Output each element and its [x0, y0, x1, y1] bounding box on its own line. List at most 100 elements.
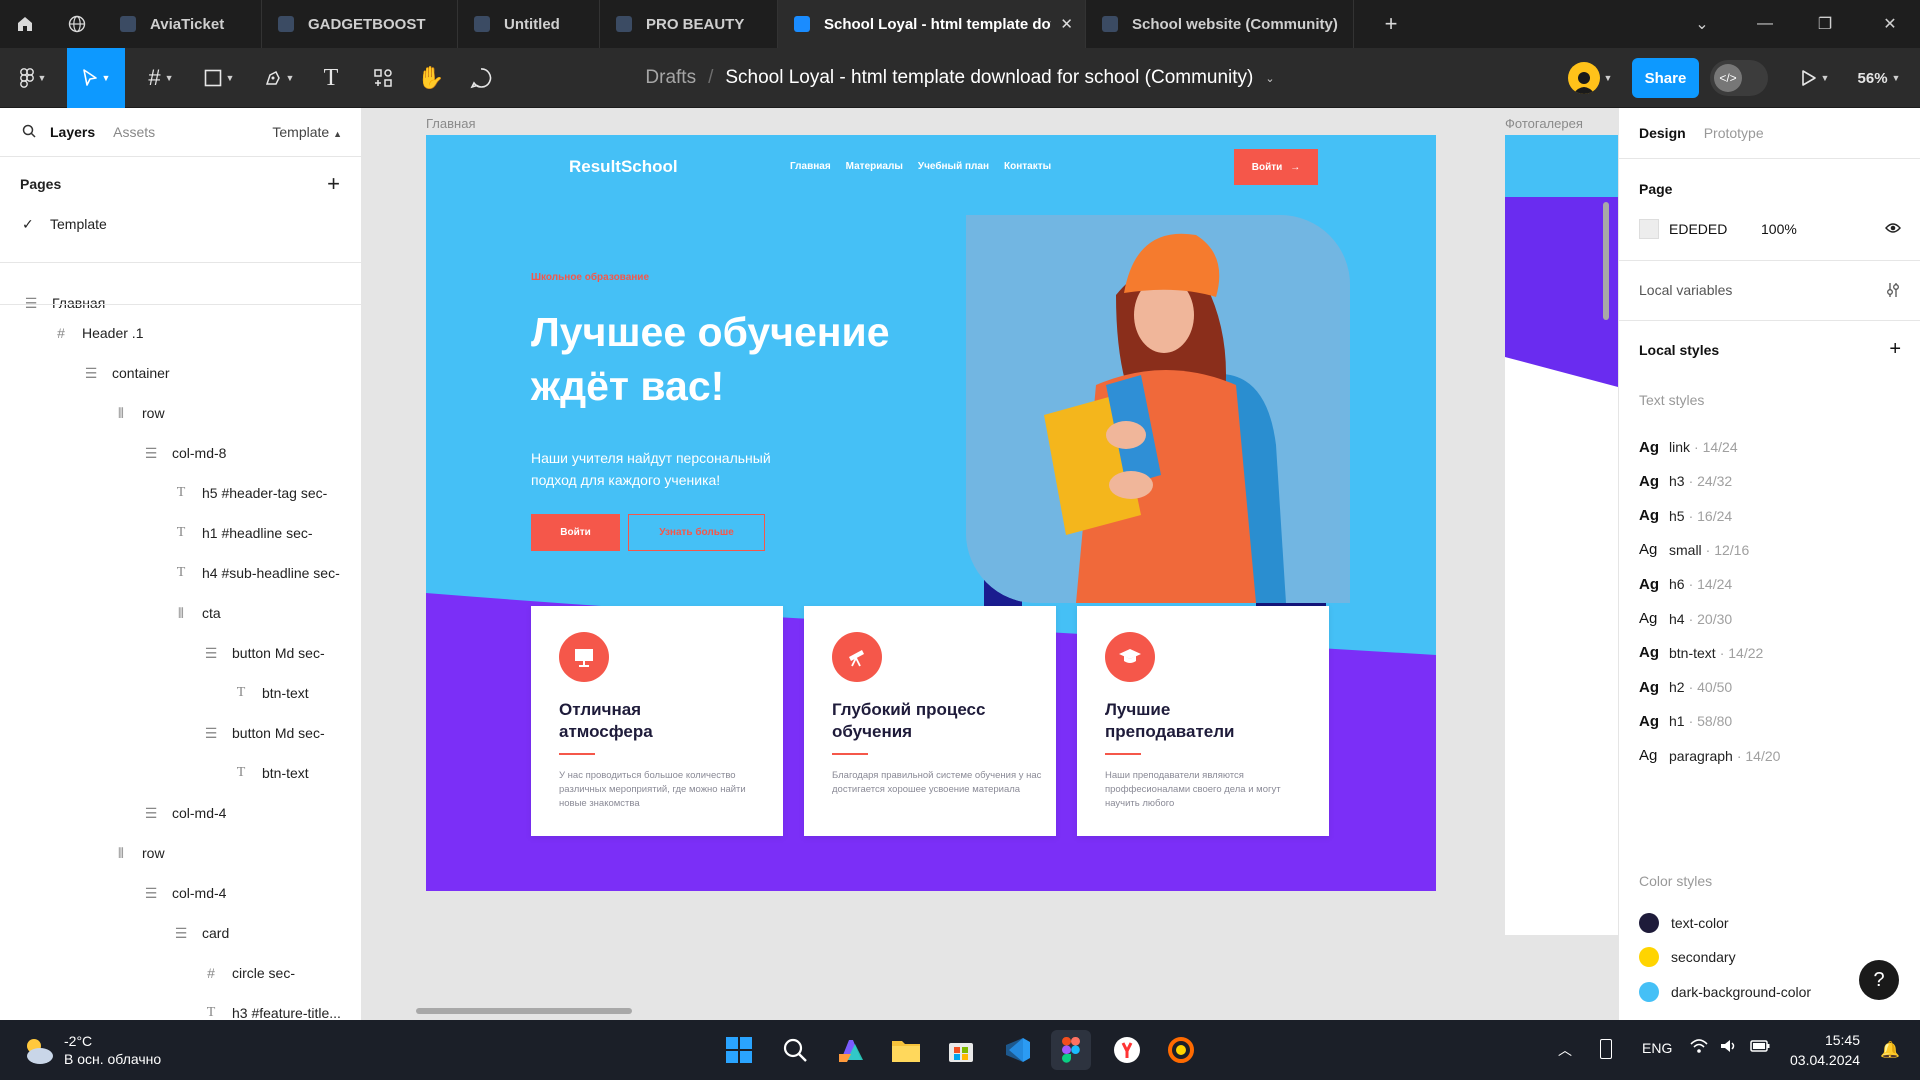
- windows-start-icon[interactable]: [719, 1030, 759, 1070]
- share-button[interactable]: Share: [1632, 58, 1699, 98]
- canvas[interactable]: Главная Фотогалерея ResultSchool Главная…: [362, 108, 1618, 1020]
- layer-row[interactable]: Th5 #header-tag sec-: [0, 473, 361, 513]
- search-icon[interactable]: [775, 1030, 815, 1070]
- search-icon[interactable]: [22, 124, 36, 141]
- add-page-plus-icon[interactable]: +: [327, 171, 340, 197]
- dev-mode-toggle[interactable]: </>: [1710, 60, 1768, 96]
- tab-gadgetboost[interactable]: GADGETBOOST: [262, 0, 458, 48]
- tab-layers[interactable]: Layers: [50, 124, 95, 140]
- layer-row[interactable]: ☰ col-md-4: [0, 793, 361, 833]
- tab-design[interactable]: Design: [1639, 125, 1686, 141]
- layer-row[interactable]: ☰ button Md sec-: [0, 633, 361, 673]
- resources-tool-icon[interactable]: [366, 48, 400, 108]
- layer-row[interactable]: Th3 #feature-title...: [0, 993, 361, 1020]
- text-style-row[interactable]: Ag h3 · 24/32: [1639, 466, 1732, 496]
- weather-widget[interactable]: -2°C В осн. облачно: [64, 1032, 161, 1068]
- page-opacity-value[interactable]: 100%: [1761, 221, 1797, 237]
- layer-row[interactable]: Tbtn-text: [0, 753, 361, 793]
- site-nav-item[interactable]: Главная: [790, 161, 831, 172]
- minimize-icon[interactable]: —: [1735, 0, 1795, 48]
- tab-untitled[interactable]: Untitled: [458, 0, 600, 48]
- layer-row[interactable]: Th4 #sub-headline sec-: [0, 553, 361, 593]
- text-style-row[interactable]: Ag paragraph · 14/20: [1639, 741, 1780, 771]
- site-nav-item[interactable]: Учебный план: [918, 161, 989, 172]
- site-nav-item[interactable]: Материалы: [846, 161, 903, 172]
- text-style-row[interactable]: Ag link · 14/24: [1639, 432, 1738, 462]
- chevron-down-icon[interactable]: ⌄: [1265, 72, 1274, 85]
- layer-row[interactable]: ☰ button Md sec-: [0, 713, 361, 753]
- close-tab-icon[interactable]: ✕: [1060, 15, 1073, 33]
- layer-row[interactable]: ☰ card: [0, 913, 361, 953]
- system-tray[interactable]: [1690, 1038, 1770, 1058]
- notifications-bell-icon[interactable]: 🔔: [1880, 1040, 1900, 1060]
- gallery-frame[interactable]: [1505, 135, 1618, 935]
- new-tab-plus-icon[interactable]: +: [1366, 0, 1416, 48]
- layer-row[interactable]: # Header .1: [0, 313, 361, 353]
- color-style-row[interactable]: secondary: [1639, 942, 1736, 972]
- text-style-row[interactable]: Ag small · 12/16: [1639, 535, 1749, 565]
- site-cta-secondary[interactable]: Узнать больше: [628, 514, 765, 551]
- site-cta-primary[interactable]: Войти: [531, 514, 620, 551]
- volume-icon[interactable]: [1720, 1038, 1738, 1058]
- present-play-icon[interactable]: ▼: [1790, 48, 1840, 108]
- text-style-row[interactable]: Ag h1 · 58/80: [1639, 706, 1732, 736]
- color-style-row[interactable]: text-color: [1639, 908, 1729, 938]
- file-explorer-icon[interactable]: [886, 1030, 926, 1070]
- yandex-browser-icon[interactable]: [1107, 1030, 1147, 1070]
- text-style-row[interactable]: Ag h2 · 40/50: [1639, 672, 1732, 702]
- layer-row[interactable]: # circle sec-: [0, 953, 361, 993]
- layer-row[interactable]: Th1 #headline sec-: [0, 513, 361, 553]
- chevron-up-icon[interactable]: ︿: [1558, 1040, 1572, 1060]
- local-variables-row[interactable]: Local variables: [1639, 282, 1901, 301]
- frame-label-main[interactable]: Главная: [426, 116, 475, 131]
- text-style-row[interactable]: Ag btn-text · 14/22: [1639, 638, 1763, 668]
- text-style-row[interactable]: Ag h4 · 20/30: [1639, 604, 1732, 634]
- tabs-dropdown-chevron-icon[interactable]: ⌄: [1672, 0, 1732, 48]
- weather-cloud-icon[interactable]: [20, 1032, 56, 1068]
- home-icon[interactable]: [0, 0, 50, 48]
- help-button[interactable]: ?: [1859, 960, 1899, 1000]
- hand-tool-icon[interactable]: ✋: [414, 48, 448, 108]
- battery-charging-icon[interactable]: [1750, 1038, 1770, 1058]
- layer-row[interactable]: Tbtn-text: [0, 673, 361, 713]
- timer-app-icon[interactable]: [1161, 1030, 1201, 1070]
- site-hero-frame[interactable]: ResultSchool Главная Материалы Учебный п…: [426, 135, 1436, 891]
- user-avatar[interactable]: ▼: [1560, 48, 1620, 108]
- frame-label-gallery[interactable]: Фотогалерея: [1505, 116, 1583, 131]
- shape-tool-rectangle-icon[interactable]: ▼: [196, 48, 242, 108]
- frame-tool-icon[interactable]: # ▼: [138, 48, 184, 108]
- battery-icon[interactable]: [1600, 1039, 1612, 1059]
- wifi-icon[interactable]: [1690, 1038, 1708, 1058]
- tab-aviaticket[interactable]: AviaTicket: [104, 0, 262, 48]
- layer-row[interactable]: ⫴ row: [0, 833, 361, 873]
- zoom-dropdown[interactable]: 56% ▼: [1848, 48, 1910, 108]
- text-style-row[interactable]: Ag h6 · 14/24: [1639, 569, 1732, 599]
- window-close-icon[interactable]: ✕: [1860, 0, 1920, 48]
- tab-school-website[interactable]: School website (Community): [1086, 0, 1354, 48]
- layer-row[interactable]: ⫴ row: [0, 393, 361, 433]
- microsoft-store-icon[interactable]: [941, 1030, 981, 1070]
- add-style-plus-icon[interactable]: +: [1889, 339, 1901, 359]
- figma-app-icon[interactable]: [1051, 1030, 1091, 1070]
- site-login-button[interactable]: Войти →: [1234, 149, 1318, 185]
- layer-row[interactable]: ☰ container: [0, 353, 361, 393]
- text-style-row[interactable]: Ag h5 · 16/24: [1639, 501, 1732, 531]
- page-color-value[interactable]: EDEDED: [1669, 221, 1761, 237]
- layer-row[interactable]: ⫴ cta: [0, 593, 361, 633]
- vscode-icon[interactable]: [997, 1030, 1037, 1070]
- main-menu-figma-icon[interactable]: ▼: [10, 48, 56, 108]
- page-item-template[interactable]: ✓ Template: [0, 204, 361, 244]
- variables-sliders-icon[interactable]: [1885, 282, 1901, 301]
- file-title[interactable]: School Loyal - html template download fo…: [725, 67, 1253, 89]
- community-globe-icon[interactable]: [52, 0, 102, 48]
- text-tool-icon[interactable]: T: [314, 48, 348, 108]
- canvas-vertical-scrollbar[interactable]: [1603, 202, 1609, 320]
- clock[interactable]: 15:45 03.04.2024: [1790, 1030, 1860, 1070]
- tab-prototype[interactable]: Prototype: [1704, 125, 1764, 141]
- layer-row[interactable]: ☰ col-md-8: [0, 433, 361, 473]
- tab-pro-beauty[interactable]: PRO BEAUTY: [600, 0, 778, 48]
- canvas-horizontal-scrollbar[interactable]: [416, 1008, 632, 1014]
- comment-tool-icon[interactable]: [464, 48, 498, 108]
- tab-assets[interactable]: Assets: [113, 124, 155, 140]
- restore-icon[interactable]: ❐: [1795, 0, 1855, 48]
